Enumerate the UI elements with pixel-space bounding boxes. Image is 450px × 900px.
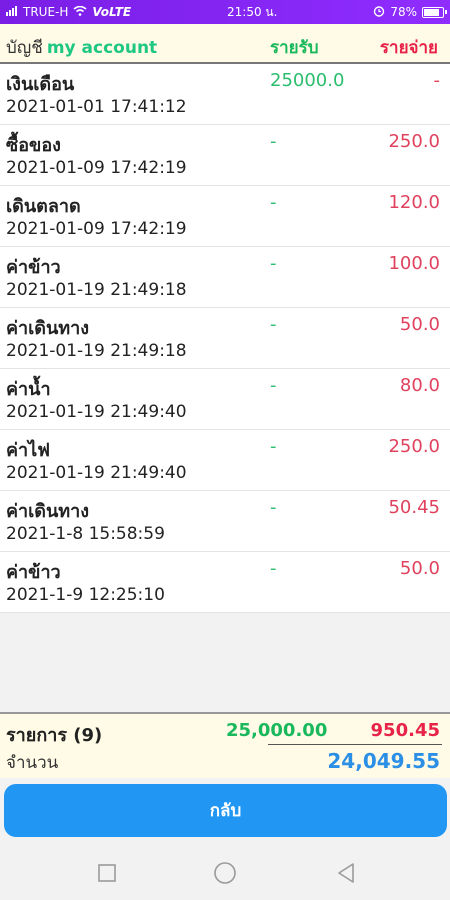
alarm-icon [373,5,385,20]
transaction-row[interactable]: เดินตลาด 2021-01-09 17:42:19 - 120.0 [0,186,450,247]
transaction-row[interactable]: ค่าไฟ 2021-01-19 21:49:40 - 250.0 [0,430,450,491]
transaction-title: ซื้อของ [6,135,61,156]
summary-panel: รายการ (9) 25,000.00 950.45 จำนวน 24,049… [0,712,450,778]
circle-icon[interactable] [213,861,237,885]
back-button[interactable]: กลับ [4,784,447,837]
transaction-expense: 50.0 [399,314,440,335]
transaction-expense: 250.0 [388,131,440,152]
battery-icon [422,6,447,18]
transaction-date: 2021-01-19 21:49:18 [6,341,187,361]
transaction-title: ค่าเดินทาง [6,318,90,339]
transaction-row[interactable]: ค่าน้ำ 2021-01-19 21:49:40 - 80.0 [0,369,450,430]
transaction-title: ค่าข้าว [6,257,61,278]
list-header: บัญชี my account รายรับ รายจ่าย [0,24,450,64]
expense-column-header: รายจ่าย [379,38,438,58]
square-icon[interactable] [95,861,119,885]
transaction-expense: 100.0 [388,253,440,274]
transaction-row[interactable]: ค่าเดินทาง 2021-01-19 21:49:18 - 50.0 [0,308,450,369]
summary-divider [268,744,442,745]
transaction-income: - [270,192,277,213]
transaction-row[interactable]: เงินเดือน 2021-01-01 17:41:12 25000.0 - [0,64,450,125]
account-title: บัญชี my account [6,34,157,61]
item-count: รายการ (9) [6,725,103,746]
transaction-date: 2021-1-9 12:25:10 [6,585,165,605]
transaction-income: - [270,314,277,335]
transaction-date: 2021-01-19 21:49:18 [6,280,187,300]
transaction-expense: 50.45 [388,497,440,518]
clock: 21:50 น. [227,4,278,19]
system-nav-bar [0,846,450,900]
transaction-list: เงินเดือน 2021-01-01 17:41:12 25000.0 - … [0,64,450,613]
account-label: บัญชี [6,38,43,58]
quantity-label: จำนวน [6,753,59,773]
transaction-title: เดินตลาด [6,196,81,217]
transaction-expense: 250.0 [388,436,440,457]
transaction-title: ค่าไฟ [6,440,50,461]
transaction-date: 2021-01-19 21:49:40 [6,463,187,483]
transaction-row[interactable]: ค่าข้าว 2021-1-9 12:25:10 - 50.0 [0,552,450,613]
transaction-title: ค่าเดินทาง [6,501,90,522]
transaction-date: 2021-01-01 17:41:12 [6,97,187,117]
account-name: my account [46,38,158,58]
transaction-expense: - [433,70,441,91]
transaction-income: - [270,131,277,152]
transaction-date: 2021-1-8 15:58:59 [6,524,165,544]
triangle-left-icon[interactable] [334,861,358,885]
transaction-row[interactable]: ค่าข้าว 2021-01-19 21:49:18 - 100.0 [0,247,450,308]
transaction-income: - [270,436,277,457]
total-expense: 950.45 [370,720,440,741]
battery-percent: 78% [390,5,417,19]
transaction-date: 2021-01-09 17:42:19 [6,158,187,178]
transaction-income: - [270,375,277,396]
transaction-date: 2021-01-19 21:49:40 [6,402,187,422]
transaction-income: 25000.0 [270,70,345,91]
status-bar: TRUE-H VoLTE 21:50 น. 78% [0,0,450,24]
transaction-income: - [270,558,277,579]
transaction-title: ค่าข้าว [6,562,61,583]
transaction-income: - [270,497,277,518]
carrier-name: TRUE-H [23,5,69,19]
total-income: 25,000.00 [226,720,328,741]
transaction-expense: 80.0 [399,375,440,396]
transaction-title: ค่าน้ำ [6,379,51,400]
transaction-income: - [270,253,277,274]
income-column-header: รายรับ [270,38,319,58]
transaction-expense: 50.0 [399,558,440,579]
transaction-row[interactable]: ค่าเดินทาง 2021-1-8 15:58:59 - 50.45 [0,491,450,552]
balance-amount: 24,049.55 [327,749,440,773]
transaction-date: 2021-01-09 17:42:19 [6,219,187,239]
transaction-expense: 120.0 [388,192,440,213]
transaction-title: เงินเดือน [6,74,75,95]
transaction-row[interactable]: ซื้อของ 2021-01-09 17:42:19 - 250.0 [0,125,450,186]
wifi-icon [73,5,87,19]
signal-icon [6,5,18,19]
volte-indicator: VoLTE [92,5,132,19]
